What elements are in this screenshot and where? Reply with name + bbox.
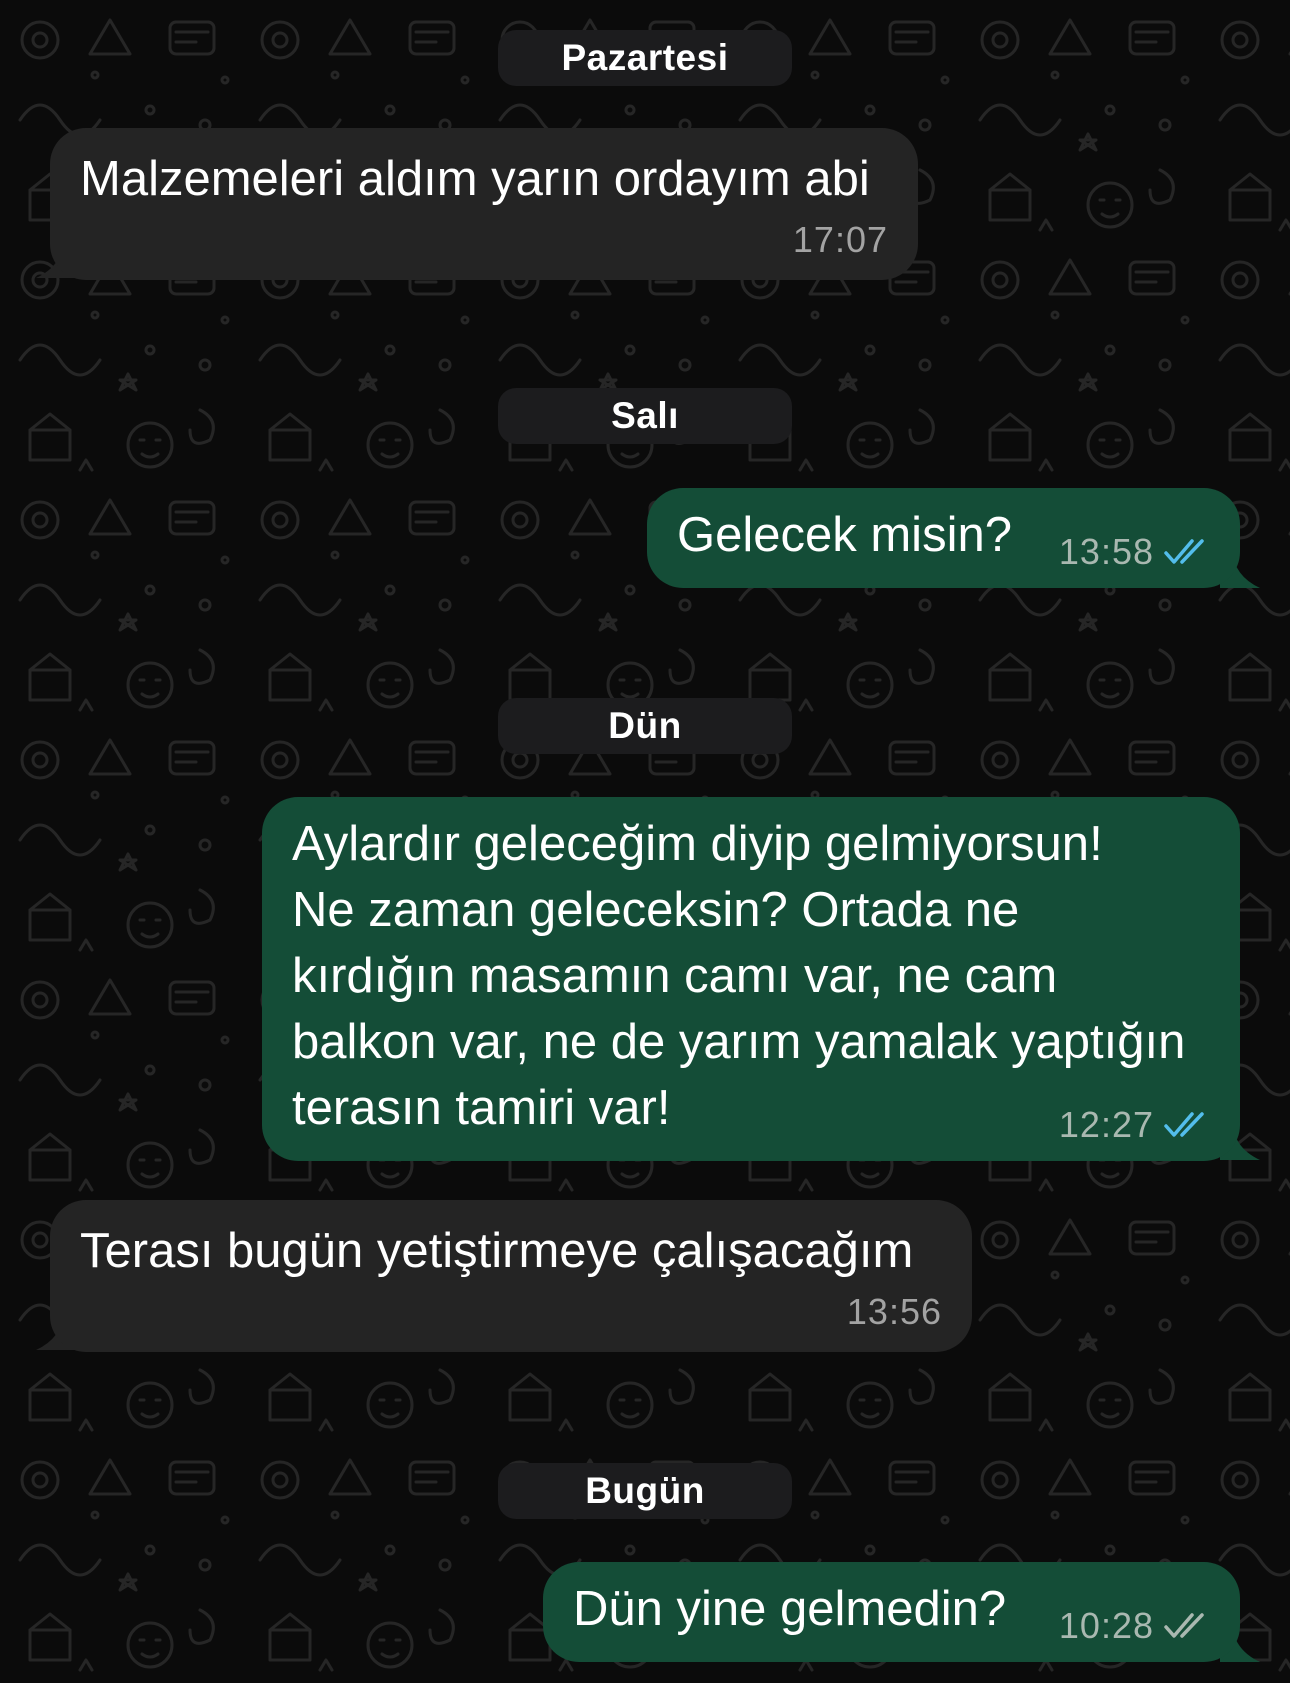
message-time: 12:27 <box>1058 1104 1154 1145</box>
message-meta: 13:58 <box>1059 532 1210 572</box>
message-text: Aylardır geleceğim diyip gelmiyorsun! Ne… <box>292 817 1186 1135</box>
date-separator-tuesday: Salı <box>498 388 792 444</box>
message-meta: 10:28 <box>1059 1606 1210 1646</box>
date-separator-monday: Pazartesi <box>498 30 792 86</box>
date-separator-today: Bugün <box>498 1463 792 1519</box>
double-check-read-icon <box>1164 539 1204 564</box>
message-time: 10:28 <box>1058 1605 1154 1646</box>
message-outgoing[interactable]: Dün yine gelmedin? 10:28 <box>543 1562 1240 1662</box>
message-time: 13:56 <box>846 1291 942 1332</box>
chat-thread[interactable]: Pazartesi Malzemeleri aldım yarın ordayı… <box>0 0 1290 1683</box>
message-text: Dün yine gelmedin? <box>573 1582 1007 1636</box>
message-meta: 13:56 <box>847 1292 942 1332</box>
message-meta: 12:27 <box>1059 1105 1210 1145</box>
message-time: 13:58 <box>1058 531 1154 572</box>
message-text: Gelecek misin? <box>677 508 1012 562</box>
message-incoming[interactable]: Terası bugün yetiştirmeye çalışacağım 13… <box>50 1200 972 1352</box>
message-text: Terası bugün yetiştirmeye çalışacağım <box>80 1224 914 1278</box>
date-separator-yesterday: Dün <box>498 698 792 754</box>
message-outgoing[interactable]: Gelecek misin? 13:58 <box>647 488 1240 588</box>
double-check-delivered-icon <box>1164 1613 1204 1638</box>
message-meta: 17:07 <box>793 220 888 260</box>
double-check-read-icon <box>1164 1112 1204 1137</box>
message-incoming[interactable]: Malzemeleri aldım yarın ordayım abi 17:0… <box>50 128 918 280</box>
message-time: 17:07 <box>792 219 888 260</box>
message-outgoing[interactable]: Aylardır geleceğim diyip gelmiyorsun! Ne… <box>262 797 1240 1161</box>
message-text: Malzemeleri aldım yarın ordayım abi <box>80 152 870 206</box>
